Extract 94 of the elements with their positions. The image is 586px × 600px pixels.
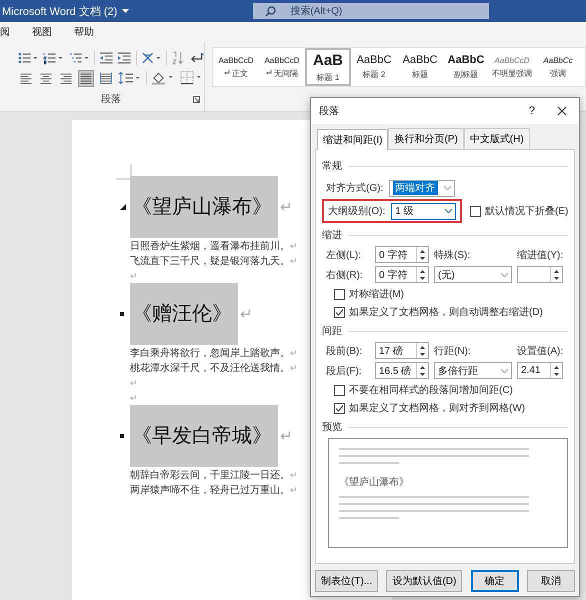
dialog-tab[interactable]: 换行和分页(P) bbox=[388, 128, 464, 149]
field-label: 缩进值(Y): bbox=[517, 248, 564, 262]
field-label: 设置值(A): bbox=[517, 344, 564, 358]
multilevel-list-icon[interactable] bbox=[68, 51, 90, 65]
dialog-button[interactable]: 确定 bbox=[470, 570, 519, 592]
space-before-spinner[interactable]: 17 磅 bbox=[375, 342, 429, 359]
help-button[interactable]: ? bbox=[524, 105, 539, 117]
search-icon bbox=[265, 6, 276, 16]
sort-icon[interactable] bbox=[170, 51, 184, 65]
paragraph-mark: ↵ bbox=[130, 392, 138, 404]
section-heading: 缩进 bbox=[322, 228, 342, 242]
option-checkbox[interactable]: 如果定义了文档网格，则自动调整右缩进(D) bbox=[334, 305, 568, 319]
field-label: 段前(B): bbox=[326, 344, 364, 358]
paragraph-mark: ↵ bbox=[280, 198, 293, 216]
poem-line: 日照香炉生紫烟，遥看瀑布挂前川。 bbox=[130, 240, 290, 253]
paragraph-mark-icon bbox=[224, 70, 230, 76]
paragraph-mark: ↵ bbox=[130, 270, 138, 282]
field-label: 大纲级别(O): bbox=[328, 204, 386, 218]
poem-line: 李白乘舟将欲行，忽闻岸上踏歌声。 bbox=[130, 346, 290, 360]
decrease-indent-icon[interactable] bbox=[98, 51, 114, 65]
dialog-launcher-icon[interactable] bbox=[193, 96, 200, 103]
dialog-tab[interactable]: 中文版式(H) bbox=[464, 128, 530, 149]
paragraph-mark: ↵ bbox=[290, 240, 298, 252]
justify-button[interactable] bbox=[78, 70, 94, 86]
style-item[interactable]: AaBbCc 强调 bbox=[535, 48, 581, 86]
style-item[interactable]: AaBbC 标题 bbox=[397, 48, 443, 86]
poem-line: 桃花潭水深千尺，不及汪伦送我情。 bbox=[130, 362, 290, 375]
heading-text: 《望庐山瀑布》 bbox=[130, 176, 278, 238]
asian-layout-icon[interactable] bbox=[140, 51, 162, 65]
paragraph-mark-icon[interactable] bbox=[188, 51, 204, 65]
style-item[interactable]: AaB 标题 1 bbox=[305, 48, 351, 86]
section-heading: 间距 bbox=[322, 325, 342, 338]
dialog-button[interactable]: 设为默认值(D) bbox=[386, 570, 462, 592]
paragraph-mark: ↵ bbox=[290, 362, 298, 374]
menu-item[interactable]: 视图 bbox=[32, 25, 52, 39]
paragraph-mark: ↵ bbox=[240, 305, 253, 323]
style-item[interactable]: AaBbCcD 正文 bbox=[213, 48, 259, 86]
collapse-triangle-icon[interactable] bbox=[120, 204, 126, 210]
numbered-list-icon[interactable] bbox=[43, 51, 65, 65]
margin-corner-mark bbox=[116, 164, 132, 180]
dialog-tab[interactable]: 缩进和间距(I) bbox=[317, 129, 388, 150]
dialog-button[interactable]: 取消 bbox=[526, 570, 575, 592]
option-checkbox[interactable]: 不要在相同样式的段落间增加间距(C) bbox=[334, 383, 568, 397]
right-indent-spinner[interactable]: 0 字符 bbox=[375, 266, 429, 283]
dialog-button[interactable]: 制表位(T)... bbox=[315, 570, 378, 592]
left-indent-spinner[interactable]: 0 字符 bbox=[375, 246, 429, 263]
paragraph-mark: ↵ bbox=[290, 470, 298, 480]
style-item[interactable]: AaBbCcD 不明显强调 bbox=[489, 48, 535, 86]
alignment-dropdown[interactable]: 两端对齐 bbox=[389, 180, 456, 196]
poem-line: 飞流直下三千尺，疑是银河落九天。 bbox=[130, 254, 290, 268]
paragraph-mark: ↵ bbox=[280, 427, 293, 445]
distribute-button[interactable] bbox=[98, 70, 114, 86]
field-label: 对齐方式(G): bbox=[326, 182, 384, 195]
menu-item[interactable]: 帮助 bbox=[74, 25, 94, 39]
increase-indent-icon[interactable] bbox=[117, 51, 132, 65]
paragraph-mark: ↵ bbox=[290, 348, 298, 358]
poem-line: 两岸猿声啼不住，轻舟已过万重山。 bbox=[130, 484, 290, 497]
field-label: 特殊(S): bbox=[434, 248, 472, 262]
style-item[interactable]: AaBbC 副标题 bbox=[443, 48, 489, 86]
caret-icon[interactable] bbox=[122, 9, 130, 13]
heading-text: 《赠汪伦》 bbox=[130, 283, 238, 345]
paragraph-mark-icon bbox=[266, 70, 272, 76]
group-label: 段落 bbox=[101, 92, 121, 106]
section-heading: 预览 bbox=[322, 421, 342, 434]
style-item[interactable]: AaBbCcD 无间隔 bbox=[259, 48, 305, 86]
heading-text: 《早发白帝城》 bbox=[130, 405, 278, 467]
check-mark-icon bbox=[335, 404, 344, 412]
poem-line: 朝辞白帝彩云间，千里江陵一日还。 bbox=[130, 468, 290, 482]
close-icon[interactable] bbox=[557, 106, 567, 116]
collapse-checkbox[interactable]: 默认情况下折叠(E) bbox=[470, 204, 568, 218]
style-item[interactable]: AaBbC 标题 2 bbox=[351, 48, 397, 86]
option-checkbox[interactable]: 如果定义了文档网格，则对齐到网格(W) bbox=[334, 401, 568, 415]
check-mark-icon bbox=[335, 308, 344, 316]
option-checkbox[interactable]: 对称缩进(M) bbox=[334, 287, 568, 301]
field-label: 右侧(R): bbox=[326, 268, 364, 282]
space-after-spinner[interactable]: 16.5 磅 bbox=[375, 362, 429, 379]
paragraph-mark: ↵ bbox=[290, 256, 298, 266]
spacing-at-spinner[interactable]: 2.41 bbox=[517, 362, 563, 379]
outline-level-dropdown[interactable]: 1 级 bbox=[391, 202, 456, 220]
bullet-list-icon[interactable] bbox=[18, 51, 40, 65]
menu-item[interactable]: 阅 bbox=[0, 25, 10, 39]
dialog-title: 段落 bbox=[319, 104, 340, 118]
search-field[interactable]: 搜索(Alt+Q) bbox=[253, 3, 490, 19]
section-heading: 常规 bbox=[322, 160, 342, 173]
special-indent-dropdown[interactable]: (无) bbox=[434, 266, 512, 283]
field-label: 段后(F): bbox=[326, 364, 363, 378]
line-spacing-icon[interactable] bbox=[118, 71, 142, 85]
line-spacing-dropdown[interactable]: 多倍行距 bbox=[434, 362, 512, 379]
paragraph-mark: ↵ bbox=[290, 484, 298, 496]
preview-sample: 《望庐山瀑布》 bbox=[339, 476, 410, 489]
window-title: Microsoft Word 文档 (2) bbox=[2, 4, 118, 18]
field-label: 左侧(L): bbox=[326, 248, 362, 262]
field-label: 行距(N): bbox=[434, 344, 472, 358]
paragraph-mark: ↵ bbox=[130, 378, 138, 388]
